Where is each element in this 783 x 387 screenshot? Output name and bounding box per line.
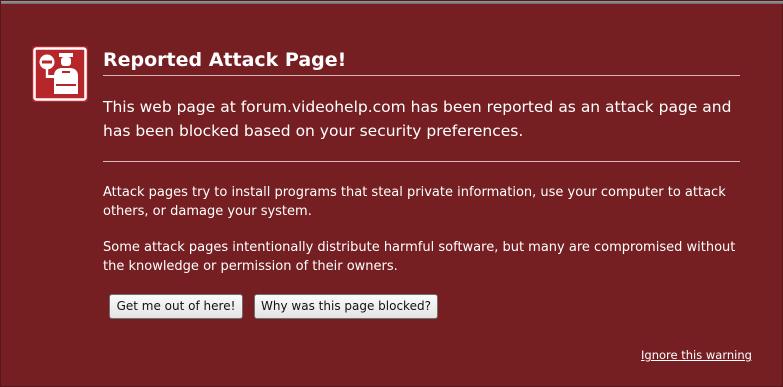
police-officer-stop-icon xyxy=(32,46,88,102)
attack-warning-page: Reported Attack Page! This web page at f… xyxy=(0,0,783,387)
get-me-out-button[interactable]: Get me out of here! xyxy=(109,294,243,319)
page-title: Reported Attack Page! xyxy=(103,49,347,71)
why-blocked-button[interactable]: Why was this page blocked? xyxy=(254,294,438,319)
window-top-edge xyxy=(1,1,783,4)
blocked-message: This web page at forum.videohelp.com has… xyxy=(103,98,732,140)
ignore-warning-link[interactable]: Ignore this warning xyxy=(641,348,752,362)
message-divider xyxy=(103,161,740,162)
title-divider xyxy=(103,75,740,76)
explanation-paragraph-1: Attack pages try to install programs tha… xyxy=(103,185,726,219)
explanation-paragraph-2: Some attack pages intentionally distribu… xyxy=(103,240,736,274)
